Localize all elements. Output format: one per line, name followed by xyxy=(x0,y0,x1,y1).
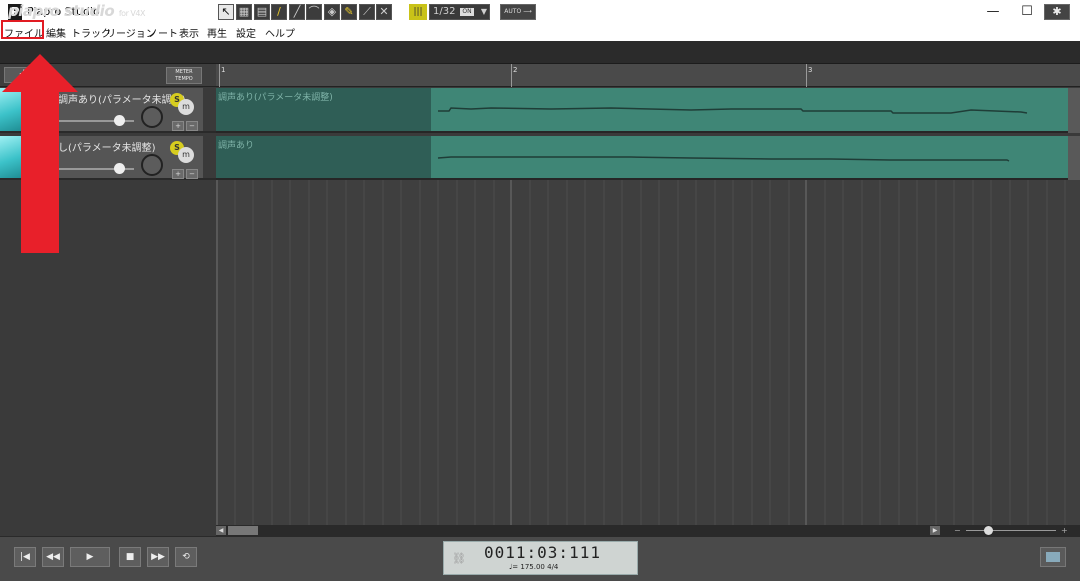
arrow-up-icon xyxy=(2,54,78,92)
menu-play[interactable]: 再生 xyxy=(207,25,227,40)
scroll-thumb[interactable] xyxy=(228,526,258,535)
meter-label: METER xyxy=(175,69,193,75)
piapro-studio-logo: piapro studio for V4X xyxy=(8,2,145,20)
track-divider xyxy=(203,136,216,178)
maximize-button[interactable]: ☐ xyxy=(1010,0,1044,24)
menu-view[interactable]: 表示 xyxy=(179,25,199,40)
lane-scrollbar[interactable] xyxy=(1068,88,1080,133)
quantize-value: 1/32 xyxy=(433,6,456,17)
volume-slider-knob[interactable] xyxy=(114,163,125,174)
delete-tool-icon[interactable]: ✕ xyxy=(376,4,392,20)
auto-scroll-button[interactable]: AUTO ⟶ xyxy=(500,4,536,20)
arrow-shaft xyxy=(21,88,59,253)
logo-text: piapro studio xyxy=(8,2,115,20)
mute-button[interactable]: m xyxy=(178,147,194,163)
expand-button[interactable]: + xyxy=(172,169,184,179)
avatar xyxy=(0,136,22,178)
expand-button[interactable]: + xyxy=(172,121,184,131)
line-tool-icon[interactable]: ╱ xyxy=(289,4,305,20)
zoom-out-icon[interactable]: − xyxy=(954,525,962,536)
play-button[interactable]: ▶ xyxy=(70,547,110,567)
picture-icon[interactable] xyxy=(1040,547,1066,567)
track-lane[interactable]: 調声あり xyxy=(216,136,1068,180)
menu-highlight-box xyxy=(1,20,44,39)
knife-tool-icon[interactable]: ⟋ xyxy=(359,4,375,20)
timeline-ruler[interactable]: 1 2 3 xyxy=(216,64,1080,87)
go-to-start-button[interactable]: |◀ xyxy=(14,547,36,567)
track-divider xyxy=(203,88,216,131)
brush-tool-icon[interactable]: ✎ xyxy=(341,4,357,20)
logo-suffix: for V4X xyxy=(118,9,146,18)
scroll-right-button[interactable]: ▶ xyxy=(930,526,940,535)
loop-button[interactable]: ⟲ xyxy=(175,547,197,567)
scroll-left-button[interactable]: ◀ xyxy=(216,526,226,535)
region[interactable] xyxy=(431,88,1068,131)
track-name[interactable]: し(パラメータ未調整) xyxy=(58,139,156,154)
menu-edit[interactable]: 編集 xyxy=(46,25,66,40)
quantize-select[interactable]: 1/32 ON ▼ xyxy=(429,4,490,20)
rewind-button[interactable]: ◀◀ xyxy=(42,547,64,567)
eraser-tool-icon[interactable]: ◈ xyxy=(324,4,340,20)
select-tool-icon[interactable]: ▦ xyxy=(236,4,252,20)
region-label: 調声あり xyxy=(218,141,255,151)
picture-icon-image xyxy=(1046,552,1060,562)
mute-button[interactable]: m xyxy=(178,99,194,115)
zoom-in-icon[interactable]: + xyxy=(1061,525,1069,536)
menu-track[interactable]: トラック xyxy=(71,25,111,40)
tempo-display: ♩= 175.00 4/4 xyxy=(509,563,559,571)
chevron-down-icon: ▼ xyxy=(480,7,487,16)
meter-tempo-button[interactable]: METER TEMPO xyxy=(166,67,202,84)
volume-slider-knob[interactable] xyxy=(114,115,125,126)
tempo-label: TEMPO xyxy=(175,76,193,82)
grid-lines xyxy=(216,180,1066,525)
lane-scrollbar[interactable] xyxy=(1068,136,1080,180)
pencil-tool-icon[interactable]: / xyxy=(271,4,287,20)
ruler-bar-line xyxy=(511,64,512,87)
time-display: 0011:03:111 xyxy=(484,543,601,562)
ruler-bar-line xyxy=(806,64,807,87)
arrangement-grid[interactable] xyxy=(216,180,1080,525)
position-counter[interactable]: ⛓ 0011:03:111 ♩= 175.00 4/4 xyxy=(443,541,638,575)
collapse-button[interactable]: − xyxy=(186,121,198,131)
region-label: 調声あり(パラメータ未調整) xyxy=(218,93,333,103)
fast-forward-button[interactable]: ▶▶ xyxy=(147,547,169,567)
range-tool-icon[interactable]: ▤ xyxy=(254,4,270,20)
ruler-bar-number: 2 xyxy=(513,66,518,74)
quantize-badge: ON xyxy=(460,8,474,16)
pitch-curve xyxy=(437,156,1010,162)
pan-knob[interactable] xyxy=(141,106,163,128)
ruler-bar-number: 3 xyxy=(808,66,813,74)
avatar xyxy=(0,88,22,131)
gear-icon[interactable]: ✱ xyxy=(1044,4,1070,20)
pitch-curve xyxy=(438,107,1028,114)
pan-knob[interactable] xyxy=(141,154,163,176)
zoom-slider-knob[interactable] xyxy=(984,526,993,535)
minimize-button[interactable]: — xyxy=(976,0,1010,24)
region[interactable] xyxy=(431,136,1068,178)
collapse-button[interactable]: − xyxy=(186,169,198,179)
track-lane[interactable]: 調声あり(パラメータ未調整) xyxy=(216,88,1068,133)
pointer-tool-icon[interactable]: ↖ xyxy=(218,4,234,20)
menu-help[interactable]: ヘルプ xyxy=(265,25,295,40)
link-icon[interactable]: ⛓ xyxy=(452,552,466,565)
ruler-bar-number: 1 xyxy=(221,66,226,74)
menu-settings[interactable]: 設定 xyxy=(236,25,256,40)
curve-tool-icon[interactable]: ⌒ xyxy=(306,4,322,20)
zoom-slider[interactable] xyxy=(966,530,1056,531)
toolbar xyxy=(0,41,1080,64)
quantize-icon[interactable]: ||| xyxy=(409,4,427,20)
menu-bar: ファイル 編集 トラック リージョン ノート 表示 再生 設定 ヘルプ xyxy=(0,24,1080,41)
stop-button[interactable]: ■ xyxy=(119,547,141,567)
horizontal-scrollbar[interactable]: ◀ ▶ − + xyxy=(216,525,1080,536)
title-bar xyxy=(0,0,1080,24)
menu-note[interactable]: ノート xyxy=(148,25,178,40)
ruler-bar-line xyxy=(219,64,220,87)
track-name[interactable]: 調声あり(パラメータ未調整) xyxy=(58,91,186,106)
